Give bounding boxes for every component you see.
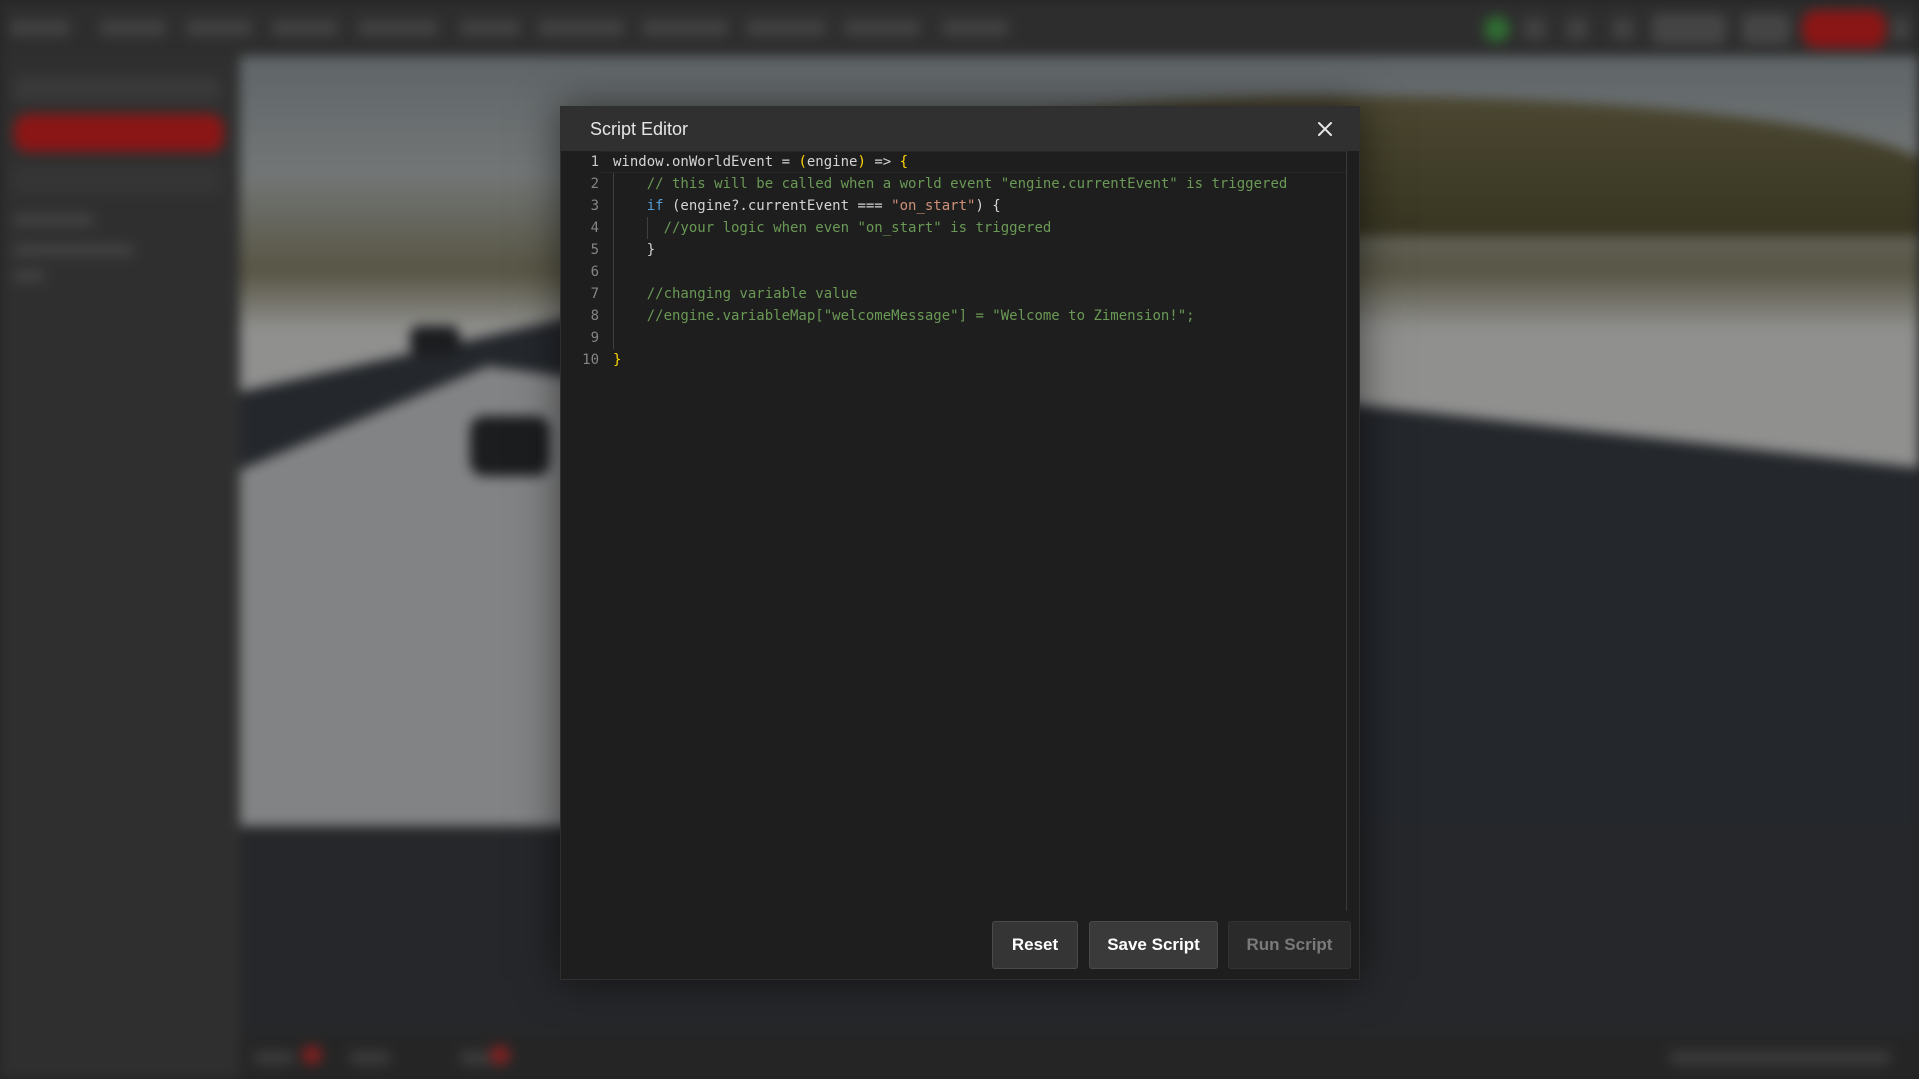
code-line[interactable]: //your logic when even "on_start" is tri… xyxy=(613,217,1052,239)
save-script-button[interactable]: Save Script xyxy=(1089,921,1218,969)
code-token: ( xyxy=(798,154,807,170)
code-token: //your logic when even "on_start" is tri… xyxy=(663,220,1052,236)
modal-footer: Reset Save Script Run Script xyxy=(561,911,1359,979)
line-number: 4 xyxy=(590,220,599,236)
code-token: { xyxy=(899,154,909,170)
line-number: 10 xyxy=(582,352,599,368)
code-token: (engine?.currentEvent === xyxy=(663,198,892,214)
close-button[interactable] xyxy=(1311,115,1339,143)
code-line[interactable]: // this will be called when a world even… xyxy=(613,173,1288,195)
code-line[interactable]: if (engine?.currentEvent === "on_start")… xyxy=(613,195,1001,217)
line-number: 1 xyxy=(590,154,599,170)
code-token: ) { xyxy=(975,198,1001,214)
line-number: 7 xyxy=(590,286,599,302)
code-token: "on_start" xyxy=(891,198,976,214)
code-line[interactable]: } xyxy=(613,349,621,371)
line-number-gutter: 1 2 3 4 5 6 7 8 9 10 xyxy=(561,151,601,911)
code-token: // this will be called when a world even… xyxy=(646,176,1288,192)
script-editor-modal: Script Editor 1 2 3 4 5 6 7 8 9 10 window.onWorld… xyxy=(560,106,1360,980)
modal-title: Script Editor xyxy=(590,119,689,139)
run-script-button[interactable]: Run Script xyxy=(1228,921,1351,969)
code-token: //engine.variableMap["welcomeMessage"] =… xyxy=(646,308,1195,324)
close-icon xyxy=(1318,122,1332,136)
code-line[interactable]: //engine.variableMap["welcomeMessage"] =… xyxy=(613,305,1195,327)
line-number: 9 xyxy=(590,330,599,346)
code-token: engine xyxy=(806,154,858,170)
line-number: 8 xyxy=(590,308,599,324)
line-number: 2 xyxy=(590,176,599,192)
line-number: 5 xyxy=(590,242,599,258)
code-line[interactable]: //changing variable value xyxy=(613,283,858,305)
reset-button[interactable]: Reset xyxy=(992,921,1078,969)
editor-scrollbar[interactable] xyxy=(1346,151,1347,911)
code-token: window.onWorldEvent = xyxy=(613,154,799,170)
code-line[interactable]: window.onWorldEvent = (engine) => { xyxy=(613,151,908,173)
code-token: } xyxy=(613,352,622,368)
code-editor[interactable]: 1 2 3 4 5 6 7 8 9 10 window.onWorldEvent = (engin… xyxy=(561,151,1359,911)
line-number: 6 xyxy=(590,264,599,280)
code-token: ) xyxy=(857,154,866,170)
code-token: => xyxy=(865,154,900,170)
code-token: if xyxy=(646,198,664,214)
modal-header: Script Editor xyxy=(561,107,1359,151)
code-token: //changing variable value xyxy=(646,286,858,302)
code-line[interactable]: } xyxy=(613,239,655,261)
code-token: } xyxy=(613,242,656,258)
line-number: 3 xyxy=(590,198,599,214)
